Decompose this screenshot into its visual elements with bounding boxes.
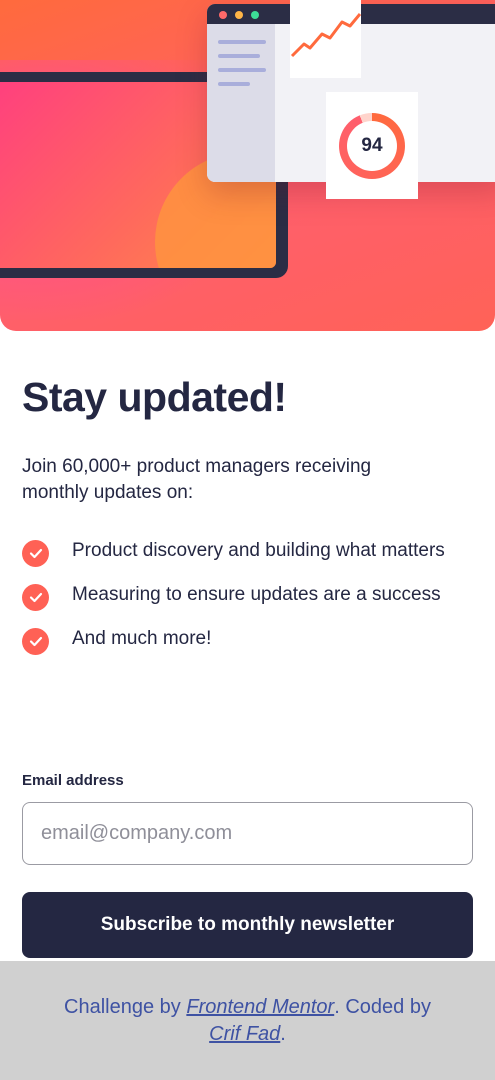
window-dot-yellow — [235, 11, 243, 19]
trend-line-icon — [290, 13, 362, 58]
attribution-footer: Challenge by Frontend Mentor. Coded by C… — [0, 961, 495, 1080]
feature-text: Measuring to ensure updates are a succes… — [72, 584, 441, 605]
attribution-suffix: . — [280, 1023, 286, 1045]
page-title: Stay updated! — [22, 374, 287, 420]
sidebar-line — [218, 68, 266, 72]
sidebar-line — [218, 54, 260, 58]
check-icon — [22, 540, 49, 567]
email-field[interactable] — [22, 802, 473, 865]
feature-list: Product discovery and building what matt… — [22, 538, 462, 670]
feature-text: And much more! — [72, 628, 212, 649]
window-dot-green — [251, 11, 259, 19]
feature-text: Product discovery and building what matt… — [72, 540, 445, 561]
list-item: And much more! — [22, 626, 462, 655]
intro-text: Join 60,000+ product managers receiving … — [22, 456, 372, 503]
line-chart-card — [290, 0, 362, 78]
attribution-prefix: Challenge by — [64, 996, 187, 1018]
dashboard-sidebar — [207, 24, 275, 182]
attribution-middle: . Coded by — [334, 996, 431, 1018]
author-link[interactable]: Crif Fad — [209, 1023, 280, 1045]
sidebar-line — [218, 82, 250, 86]
frontend-mentor-link[interactable]: Frontend Mentor — [186, 996, 334, 1018]
list-item: Measuring to ensure updates are a succes… — [22, 582, 462, 611]
check-icon — [22, 628, 49, 655]
email-label: Email address — [22, 772, 124, 789]
window-dot-red — [219, 11, 227, 19]
score-ring: 94 — [339, 112, 405, 179]
score-card: 94 — [326, 92, 418, 199]
sidebar-line — [218, 40, 266, 44]
list-item: Product discovery and building what matt… — [22, 538, 462, 567]
subscribe-button[interactable]: Subscribe to monthly newsletter — [22, 892, 473, 958]
score-value: 94 — [347, 120, 397, 171]
check-icon — [22, 584, 49, 611]
hero-illustration: 94 — [0, 0, 495, 331]
